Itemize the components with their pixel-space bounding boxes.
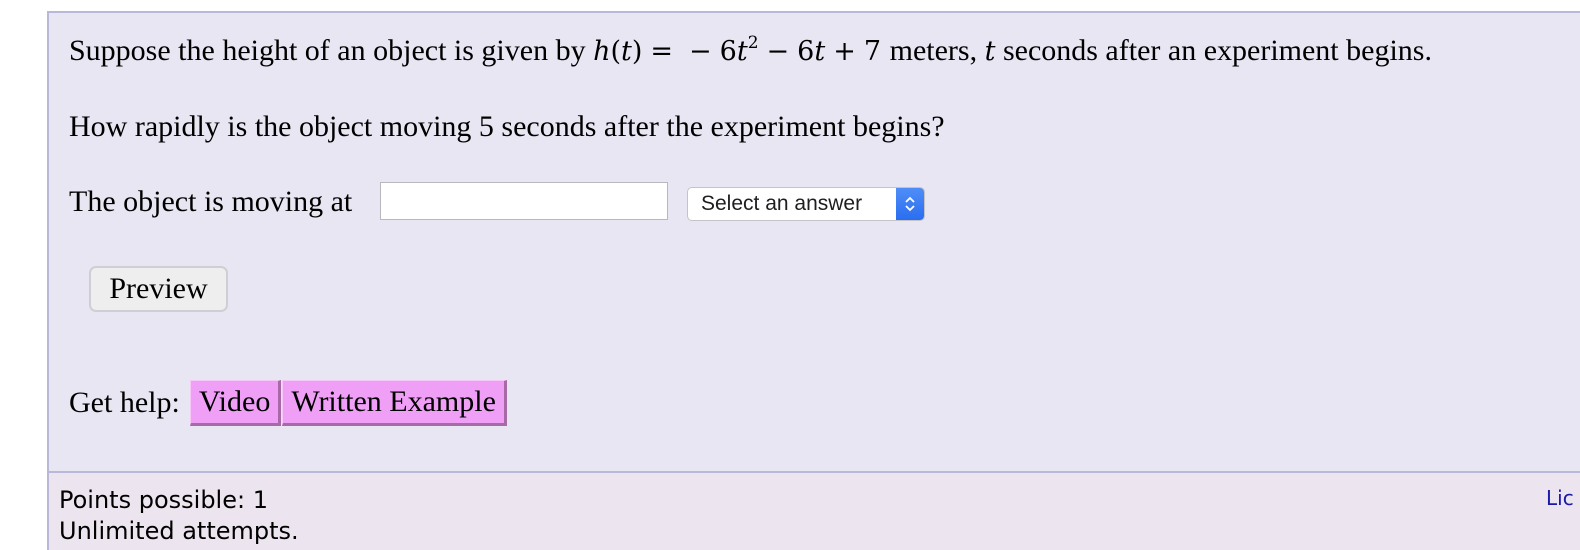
question-panel: Suppose the height of an object is given… [47, 11, 1580, 471]
variable: t [736, 36, 748, 67]
answer-label: The object is moving at [69, 185, 353, 218]
help-label: Get help: [69, 386, 180, 419]
coefficient: 6 [719, 36, 737, 67]
minus-sign: − [766, 36, 790, 67]
equals-sign: = [650, 36, 674, 67]
answer-input[interactable] [380, 182, 668, 220]
select-chevron-icon [896, 188, 924, 220]
help-row: Get help: Video Written Example [69, 380, 508, 426]
constant: 7 [863, 36, 882, 67]
units-select[interactable]: Select an answer [687, 187, 925, 221]
function-name: h [593, 36, 611, 67]
video-help-button[interactable]: Video [189, 380, 282, 426]
select-value: Select an answer [701, 192, 863, 215]
plus-sign: + [833, 36, 856, 67]
points-possible: Points possible: 1 [59, 486, 268, 514]
footer-info: Points possible: 1 Unlimited attempts. [59, 485, 299, 547]
license-link[interactable]: Lic [1546, 483, 1574, 514]
variable-t: t [984, 36, 996, 67]
after-text: seconds after an experiment begins. [1002, 34, 1432, 67]
variable: t [814, 36, 826, 67]
question-prompt: How rapidly is the object moving 5 secon… [69, 110, 945, 143]
coefficient: 6 [797, 36, 815, 67]
preview-button[interactable]: Preview [89, 266, 228, 312]
written-example-button[interactable]: Written Example [282, 380, 507, 426]
exponent: 2 [747, 33, 759, 53]
minus-sign: − [689, 36, 712, 67]
units-text: meters, [889, 34, 978, 67]
attempts-info: Unlimited attempts. [59, 517, 299, 545]
function-expression: h(t) = −6t2−6t +7 [593, 33, 882, 68]
question-footer: Points possible: 1 Unlimited attempts. L… [47, 471, 1580, 550]
intro-text: Suppose the height of an object is given… [69, 34, 586, 67]
function-var: t [621, 36, 632, 67]
question-statement: Suppose the height of an object is given… [69, 33, 1432, 70]
